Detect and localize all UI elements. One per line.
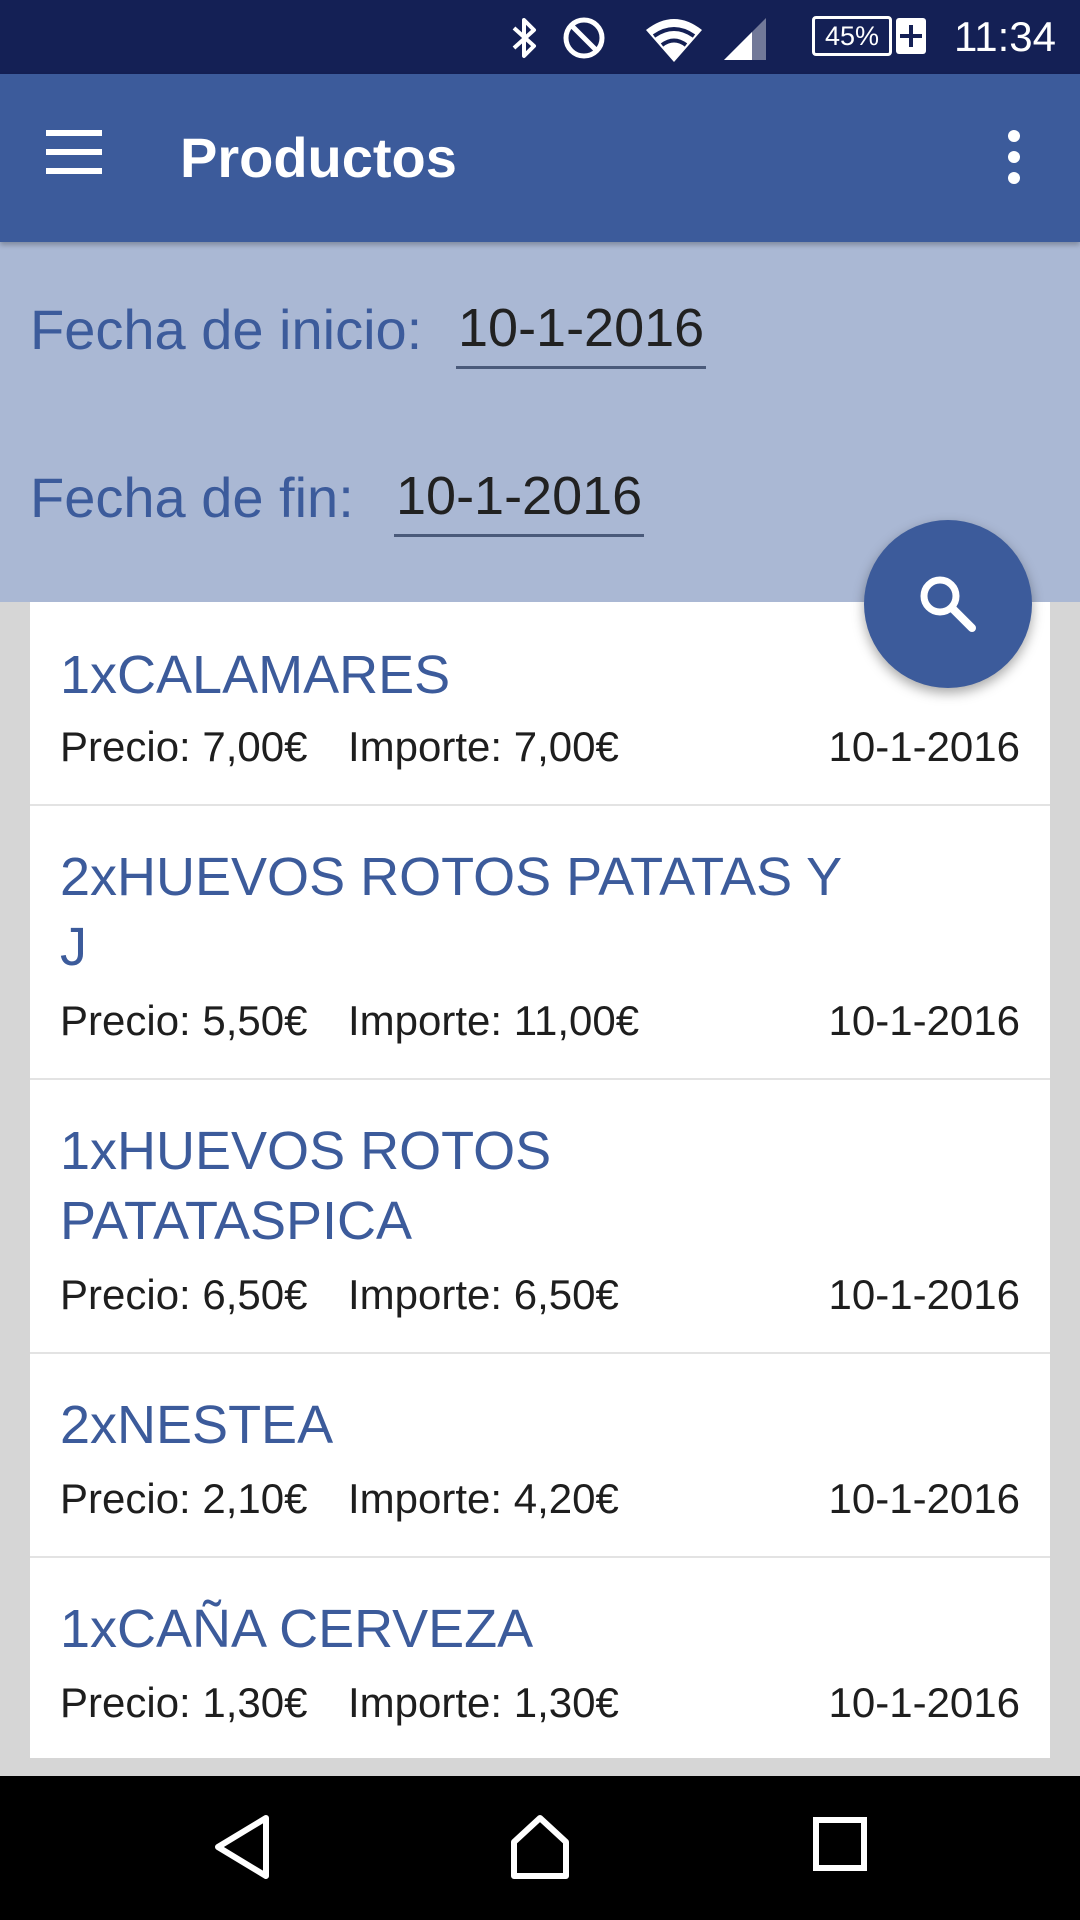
- home-icon[interactable]: [508, 1812, 572, 1882]
- do-not-disturb-icon: [563, 17, 605, 59]
- product-price: Precio: 2,10€: [60, 1475, 308, 1522]
- product-amount: Importe: 7,00€: [348, 723, 619, 770]
- recents-icon[interactable]: [812, 1816, 868, 1872]
- product-price: Precio: 1,30€: [60, 1679, 308, 1726]
- app-bar: Productos: [0, 74, 1080, 242]
- product-amount: Importe: 4,20€: [348, 1475, 619, 1522]
- product-date: 10-1-2016: [828, 1679, 1020, 1726]
- battery-level: 45%: [824, 21, 880, 51]
- status-bar: 45% 11:34: [0, 0, 1080, 74]
- product-name: 1xCALAMARES: [60, 645, 451, 705]
- list-item[interactable]: 2xNESTEA Precio: 2,10€ Importe: 4,20€ 10…: [30, 1354, 1050, 1558]
- product-amount: Importe: 11,00€: [348, 997, 640, 1044]
- charging-icon: [896, 18, 926, 54]
- page-title: Productos: [180, 126, 457, 189]
- product-date: 10-1-2016: [828, 1475, 1020, 1522]
- end-date-label: Fecha de fin:: [30, 466, 354, 529]
- product-name: 2xNESTEA: [60, 1395, 334, 1455]
- signal-icon: [724, 18, 766, 60]
- product-date: 10-1-2016: [828, 1271, 1020, 1318]
- start-date-field[interactable]: 10-1-2016: [456, 296, 707, 369]
- product-date: 10-1-2016: [828, 723, 1020, 770]
- product-price: Precio: 5,50€: [60, 997, 308, 1044]
- navigation-bar: [0, 1776, 1080, 1920]
- list-item[interactable]: 1xHUEVOS ROTOS PATATASPICA Precio: 6,50€…: [30, 1080, 1050, 1354]
- list-item[interactable]: 1xCAÑA CERVEZA Precio: 1,30€ Importe: 1,…: [30, 1558, 1050, 1758]
- product-price: Precio: 7,00€: [60, 723, 308, 770]
- product-name: 2xHUEVOS ROTOS PATATAS Y J: [60, 847, 842, 977]
- more-vert-icon[interactable]: [996, 130, 1032, 190]
- wifi-icon: [646, 19, 702, 62]
- end-date-field[interactable]: 10-1-2016: [394, 464, 645, 537]
- product-amount: Importe: 6,50€: [348, 1271, 619, 1318]
- product-price: Precio: 6,50€: [60, 1271, 308, 1318]
- search-button[interactable]: [864, 520, 1032, 688]
- battery-icon: 45%: [812, 16, 892, 56]
- product-name: 1xCAÑA CERVEZA: [60, 1599, 534, 1659]
- product-amount: Importe: 1,30€: [348, 1679, 619, 1726]
- search-icon: [920, 576, 976, 632]
- status-time: 11:34: [954, 13, 1056, 60]
- product-list: 1xCALAMARES Precio: 7,00€ Importe: 7,00€…: [30, 602, 1050, 1758]
- bluetooth-icon: [512, 18, 536, 58]
- back-icon[interactable]: [210, 1812, 274, 1882]
- start-date-label: Fecha de inicio:: [30, 298, 423, 361]
- list-item[interactable]: 2xHUEVOS ROTOS PATATAS Y J Precio: 5,50€…: [30, 806, 1050, 1080]
- product-date: 10-1-2016: [828, 997, 1020, 1044]
- product-name: 1xHUEVOS ROTOS PATATASPICA: [60, 1121, 552, 1251]
- hamburger-menu-icon[interactable]: [46, 130, 112, 186]
